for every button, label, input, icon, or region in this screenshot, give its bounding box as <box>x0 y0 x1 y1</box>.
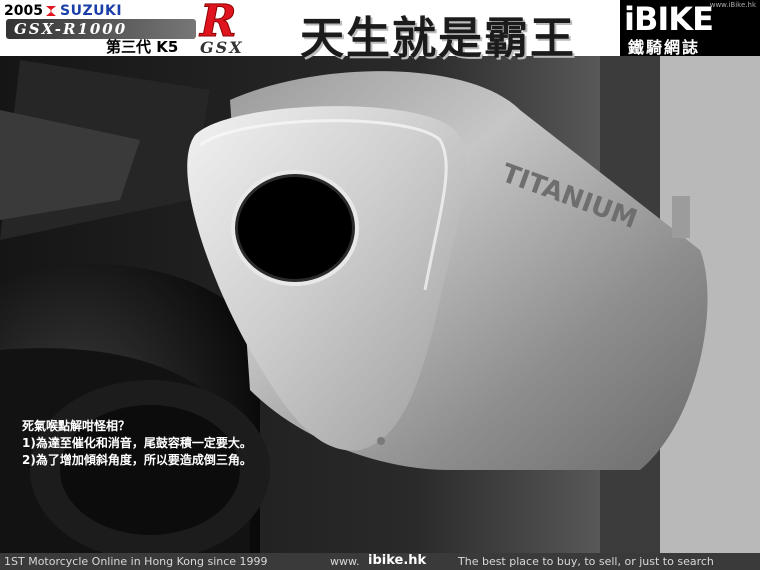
caption-reason-1: 1)為達至催化和消音，尾鼓容積一定要大。 <box>22 436 252 450</box>
ibike-url-small: www.iBike.hk <box>709 1 756 9</box>
stage: TITANIUM 2005 SUZUKI GSX-R1000 第三代 K5 R … <box>0 0 760 570</box>
model-generation: 第三代 K5 <box>106 38 179 56</box>
footer-site-prefix: www. <box>330 555 360 568</box>
brand-name: SUZUKI <box>60 3 123 19</box>
photo-caption: 死氣喉點解咁怪相？ 1)為達至催化和消音，尾鼓容積一定要大。 2)為了增加傾斜角… <box>22 418 352 469</box>
logo-gsx-text: GSX <box>200 38 244 57</box>
muffler-photo: TITANIUM <box>0 0 760 570</box>
model-year: 2005 <box>4 3 43 19</box>
ibike-logo: www.iBike.hk iBIKE 鐵騎網誌 <box>620 0 760 57</box>
footer-tagline-left: 1ST Motorcycle Online in Hong Kong since… <box>4 555 268 568</box>
logo-r-letter: R <box>198 0 237 40</box>
caption-question: 死氣喉點解咁怪相？ <box>22 419 131 433</box>
footer-bar: 1ST Motorcycle Online in Hong Kong since… <box>0 553 760 570</box>
gsxr-r-logo: R <box>198 0 237 40</box>
slogan-title: 天生就是霸王 <box>300 13 576 64</box>
footer-site-name[interactable]: ibike.hk <box>368 553 426 568</box>
header-banner: 2005 SUZUKI GSX-R1000 第三代 K5 R GSX 天生就是霸… <box>0 0 760 64</box>
ibike-wordmark: iBIKE <box>624 0 714 38</box>
caption-reason-2: 2)為了增加傾斜角度，所以要造成倒三角。 <box>22 453 252 467</box>
suzuki-logo-icon <box>46 6 56 16</box>
ibike-subtitle: 鐵騎網誌 <box>628 38 701 57</box>
footer-tagline-right: The best place to buy, to sell, or just … <box>458 555 714 568</box>
